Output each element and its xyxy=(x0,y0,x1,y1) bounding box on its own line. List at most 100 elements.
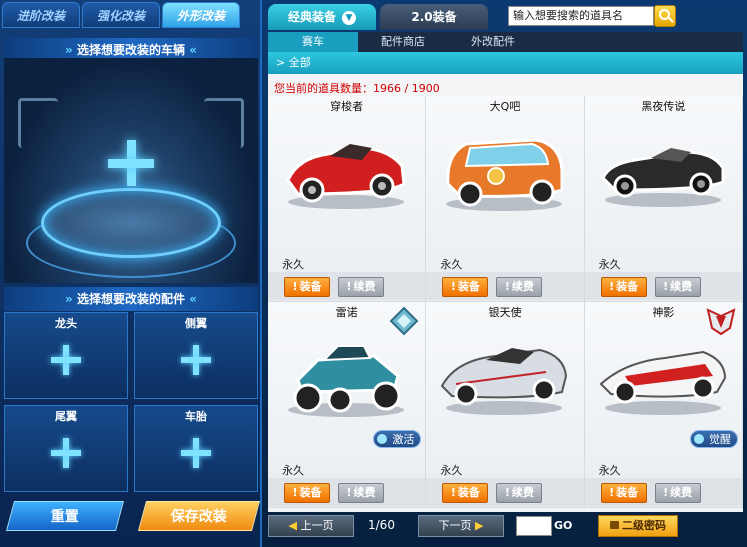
tab-parts-shop[interactable]: 配件商店 xyxy=(358,32,448,52)
chevron-icon: « xyxy=(185,43,197,57)
parts-select-label: 选择想要改装的配件 xyxy=(76,292,185,306)
card-actions: ! 装备 ! 续费 xyxy=(268,272,426,300)
page-number-input[interactable] xyxy=(516,516,552,536)
robot-arm-left xyxy=(18,98,58,148)
card-actions: ! 装备 ! 续费 xyxy=(426,272,584,300)
search-input[interactable]: 输入想要搜索的道具名 xyxy=(508,6,654,26)
car-card[interactable]: 黑夜传说 永久 ! 装备 ! 续费 xyxy=(584,96,743,302)
exclamation-icon: ! xyxy=(346,280,352,293)
exclamation-icon: ! xyxy=(663,486,669,499)
card-actions: ! 装备 ! 续费 xyxy=(584,478,742,506)
duration-text: 永久 xyxy=(440,464,463,477)
renew-button[interactable]: ! 续费 xyxy=(338,277,384,297)
secondary-password-label: 二级密码 xyxy=(622,519,666,532)
car-image-orange-van xyxy=(446,138,564,211)
car-card[interactable]: 银天使 永久 ! 装备 ! 续费 xyxy=(426,302,585,508)
car-card[interactable]: 神影 觉醒 永久 ! 装备 ! 续费 xyxy=(584,302,743,508)
platform-ring xyxy=(41,188,221,258)
chevron-icon: « xyxy=(185,292,197,306)
equip-button[interactable]: ! 装备 xyxy=(600,483,647,503)
go-button[interactable]: GO xyxy=(554,516,578,536)
equip-button[interactable]: ! 装备 xyxy=(442,483,489,503)
car-image-red-sports xyxy=(286,144,406,209)
renew-label: 续费 xyxy=(670,280,693,293)
tab-appearance-mod[interactable]: 外形改装 xyxy=(162,2,240,28)
tab-enhance-mod[interactable]: 强化改装 xyxy=(82,2,160,28)
next-page-button[interactable]: 下一页 ▶ xyxy=(418,515,504,537)
tab-classic-label: 经典装备 xyxy=(287,10,336,24)
car-image-teal-buggy xyxy=(288,345,404,417)
save-mod-button-label: 保存改装 xyxy=(170,509,227,525)
renew-label: 续费 xyxy=(511,280,534,293)
equip-label: 装备 xyxy=(299,486,322,499)
part-slot-side-wing[interactable]: 侧翼 xyxy=(134,312,258,399)
reset-button[interactable]: 重置 xyxy=(5,501,125,531)
lock-icon xyxy=(610,521,619,529)
part-label: 尾翼 xyxy=(55,410,77,423)
car-name: 大Q吧 xyxy=(489,100,521,113)
equip-label: 装备 xyxy=(457,486,480,499)
duration-text: 永久 xyxy=(440,258,463,271)
reset-button-label: 重置 xyxy=(50,509,79,525)
add-part-plus-icon[interactable] xyxy=(51,437,81,468)
car-card[interactable]: 大Q吧 永久 ! 装备 ! 续费 xyxy=(426,96,585,302)
activate-badge[interactable]: 激活 xyxy=(373,430,422,448)
renew-button[interactable]: ! 续费 xyxy=(654,483,701,503)
chevron-right-icon: > xyxy=(276,56,289,69)
parts-select-banner: » 选择想要改装的配件 « xyxy=(4,287,258,311)
search-icon-handle xyxy=(668,17,674,23)
renew-label: 续费 xyxy=(353,280,376,293)
equip-button[interactable]: ! 装备 xyxy=(284,277,330,297)
modification-panel: 进阶改装 强化改装 外形改装 » 选择想要改装的车辆 « » 选择想要改装的配件… xyxy=(0,0,262,547)
item-count-text: 您当前的道具数量：1966 / 1900 xyxy=(274,82,440,95)
renew-button[interactable]: ! 续费 xyxy=(654,277,701,297)
part-slot-tail-wing[interactable]: 尾翼 xyxy=(4,405,128,492)
equip-button[interactable]: ! 装备 xyxy=(442,277,489,297)
chevron-down-icon[interactable]: ▼ xyxy=(342,10,356,25)
modification-tabs: 进阶改装 强化改装 外形改装 xyxy=(2,2,240,30)
tab-race-cars[interactable]: 赛车 xyxy=(268,32,358,52)
equip-label: 装备 xyxy=(457,280,480,293)
badge-label: 激活 xyxy=(392,433,415,446)
equip-button[interactable]: ! 装备 xyxy=(284,483,330,503)
awaken-badge[interactable]: 觉醒 xyxy=(689,430,738,448)
add-part-plus-icon[interactable] xyxy=(181,344,211,375)
car-name: 黑夜传说 xyxy=(641,100,686,113)
secondary-password-button[interactable]: 二级密码 xyxy=(598,515,678,537)
add-part-plus-icon[interactable] xyxy=(51,344,81,375)
card-actions: ! 装备 ! 续费 xyxy=(426,478,584,506)
filter-label: 全部 xyxy=(288,56,311,69)
part-slot-head[interactable]: 龙头 xyxy=(4,312,128,399)
part-label: 车胎 xyxy=(185,410,207,423)
renew-label: 续费 xyxy=(670,486,693,499)
tab-exterior-parts[interactable]: 外改配件 xyxy=(448,32,538,52)
card-actions: ! 装备 ! 续费 xyxy=(268,478,426,506)
exclamation-icon: ! xyxy=(450,280,456,293)
add-part-plus-icon[interactable] xyxy=(181,437,211,468)
car-card[interactable]: 穿梭者 永久 ! 装备 ! 续费 xyxy=(268,96,427,302)
robot-arm-right xyxy=(204,98,244,148)
add-vehicle-plus-icon[interactable] xyxy=(108,140,154,186)
exclamation-icon: ! xyxy=(292,486,298,499)
search-button[interactable] xyxy=(654,5,676,27)
chevron-icon: » xyxy=(65,43,77,57)
chevron-right-icon: ▶ xyxy=(471,519,484,532)
renew-button[interactable]: ! 续费 xyxy=(496,483,543,503)
part-slot-tire[interactable]: 车胎 xyxy=(134,405,258,492)
renew-button[interactable]: ! 续费 xyxy=(496,277,543,297)
tab-classic-equipment[interactable]: 经典装备 ▼ xyxy=(268,4,376,30)
equip-button[interactable]: ! 装备 xyxy=(600,277,647,297)
exclamation-icon: ! xyxy=(609,486,615,499)
save-mod-button[interactable]: 保存改装 xyxy=(137,501,261,531)
tab-equipment-2[interactable]: 2.0装备 xyxy=(380,4,488,30)
tab-advanced-mod[interactable]: 进阶改装 xyxy=(2,2,80,28)
vehicle-slot[interactable] xyxy=(4,58,258,283)
card-actions: ! 装备 ! 续费 xyxy=(584,272,742,300)
car-card[interactable]: 雷诺 激活 永久 ! 装备 ! 续费 xyxy=(268,302,427,508)
car-name: 银天使 xyxy=(488,306,522,319)
filter-dropdown[interactable]: > 全部 xyxy=(268,52,743,74)
car-image-black-sports xyxy=(600,148,725,207)
car-image-red-white-racer xyxy=(599,350,726,415)
renew-button[interactable]: ! 续费 xyxy=(338,483,384,503)
prev-page-button[interactable]: ◀ 上一页 xyxy=(268,515,354,537)
